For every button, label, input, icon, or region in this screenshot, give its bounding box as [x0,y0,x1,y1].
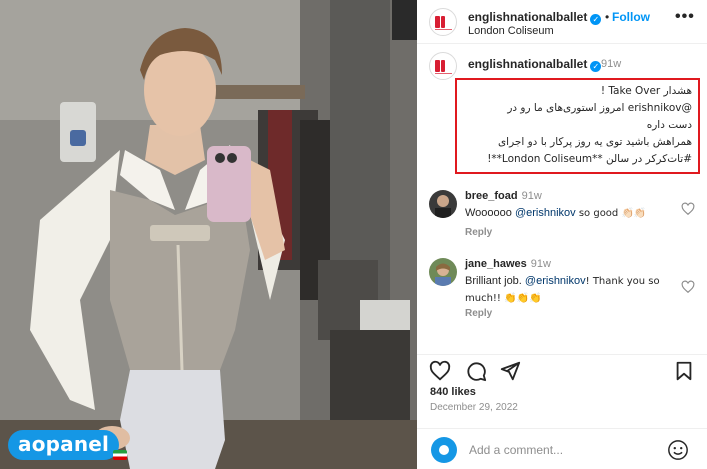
verified-badge-icon: ✓ [590,61,602,72]
verified-badge-icon: ✓ [590,14,602,25]
commenter-username-text[interactable]: jane_hawes [465,258,527,270]
post-action-bar [417,354,707,384]
caption-line: همراهش باشید توی یه روز پرکار با دو اجرا… [497,136,692,148]
comment-bubble-icon[interactable] [465,360,487,382]
separator-dot: • [605,10,610,24]
brand-logo-mark-2 [441,16,445,28]
comment-text: Brilliant job. @erishnikov! Thank you so… [465,273,665,307]
reply-button[interactable]: Reply [465,308,492,319]
watermark-text: aopanel [8,430,120,460]
reply-button[interactable]: Reply [465,227,492,238]
caption-line: @erishnikov امروز استوری‌های ما رو در [507,102,692,114]
comment-time[interactable]: 91w [522,190,542,202]
post-photo[interactable]: aopanel [0,0,417,469]
post-date[interactable]: December 29, 2022 [430,402,518,413]
commenter-avatar[interactable] [429,258,457,286]
follow-button[interactable]: Follow [612,10,650,24]
like-heart-icon[interactable] [429,360,451,382]
location-link[interactable]: London Coliseum [468,25,554,37]
caption-text-highlight-box: هشدار Take Over ! @erishnikov امروز استو… [455,78,700,174]
brand-logo-line [435,29,452,30]
account-avatar[interactable] [429,8,457,36]
brand-logo-mark [435,60,440,72]
comment-text-part: so good 👏🏻👏🏻 [575,208,647,219]
caption-time[interactable]: 91w [601,58,621,70]
commenter-username-text[interactable]: bree_foad [465,190,518,202]
caption-line: #تات‌کرکر در سالن **London Coliseum**! [487,153,692,165]
comment-text-part: Woooooo [465,207,515,219]
post-details-panel: englishnationalballet ✓ • Follow London C… [417,0,707,469]
caption-avatar[interactable] [429,52,457,80]
add-comment-bar [417,428,707,469]
comment-text-part: Brilliant job. [465,275,525,287]
caption-username[interactable]: englishnationalballet ✓ [468,57,602,72]
commenter-username[interactable]: bree_foad 91w [465,190,542,202]
commenter-avatar[interactable] [429,190,457,218]
emoji-smiley-icon[interactable] [667,439,689,461]
caption-username-text[interactable]: englishnationalballet [468,57,587,71]
comment-time[interactable]: 91w [531,258,551,270]
comment-mention-link[interactable]: @erishnikov [525,275,586,287]
likes-count[interactable]: 840 likes [430,386,476,398]
share-send-icon[interactable] [499,360,521,382]
brand-logo-line [435,73,452,74]
post-header: englishnationalballet ✓ • Follow London C… [417,0,707,44]
brand-logo-mark [435,16,440,28]
save-bookmark-icon[interactable] [673,360,695,382]
more-options-icon[interactable]: ••• [675,8,695,26]
comment-like-heart-icon[interactable] [681,280,695,294]
caption-line: دست داره [646,119,692,131]
caption-line: هشدار Take Over ! [600,85,692,97]
comment-mention-link[interactable]: @erishnikov [515,207,576,219]
flag-icon [113,450,128,460]
brand-logo-mark-2 [441,60,445,72]
viewer-avatar[interactable] [431,437,457,463]
add-comment-input[interactable] [469,440,659,460]
account-username-text[interactable]: englishnationalballet [468,10,587,24]
dancer-mirror-selfie-image [0,0,417,469]
watermark-logo: aopanel [8,430,128,460]
comment-text: Woooooo @erishnikov so good 👏🏻👏🏻 [465,205,665,222]
comment-like-heart-icon[interactable] [681,202,695,216]
account-username[interactable]: englishnationalballet ✓ [468,10,602,25]
commenter-username[interactable]: jane_hawes 91w [465,258,551,270]
